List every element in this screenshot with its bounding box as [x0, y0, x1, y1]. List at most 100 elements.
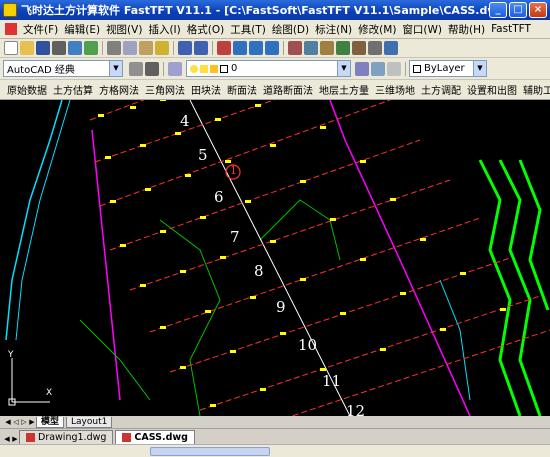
cmd-section-method[interactable]: 断面法 — [224, 82, 260, 97]
menu-draw[interactable]: 绘图(D) — [269, 22, 312, 37]
standard-toolbar — [0, 39, 550, 58]
cut-icon[interactable] — [107, 41, 121, 55]
layer-on-icon — [190, 64, 198, 73]
workspace-select[interactable]: AutoCAD 经典 ▼ — [3, 60, 123, 77]
contour-line — [478, 159, 522, 416]
minimize-button[interactable]: _ — [489, 2, 507, 18]
doc-tab-drawing1[interactable]: Drawing1.dwg — [19, 430, 114, 444]
layout-tabs: ◀ ◁ ▷ ▶ 模型 Layout1 — [0, 416, 550, 428]
menu-file[interactable]: 文件(F) — [20, 22, 61, 37]
publish-icon[interactable] — [84, 41, 98, 55]
tab-layout1[interactable]: Layout1 — [66, 416, 113, 428]
tab-model[interactable]: 模型 — [36, 416, 65, 428]
match-properties-icon[interactable] — [155, 41, 169, 55]
save-icon[interactable] — [36, 41, 50, 55]
copy-icon[interactable] — [123, 41, 137, 55]
menu-edit[interactable]: 编辑(E) — [61, 22, 103, 37]
document-icon[interactable] — [5, 23, 17, 35]
paste-icon[interactable] — [139, 41, 153, 55]
section-label: 12 — [346, 402, 366, 416]
document-tabs: ◀ ▶ Drawing1.dwg CASS.dwg — [0, 428, 550, 444]
cmd-triangle-method[interactable]: 三角网法 — [142, 82, 188, 97]
workspace-settings-icon[interactable] — [129, 61, 143, 76]
chevron-down-icon: ▼ — [109, 61, 122, 76]
section-label: 5 — [198, 146, 208, 164]
section-label: 8 — [254, 262, 264, 280]
cmd-3d-site[interactable]: 三维场地 — [372, 82, 418, 97]
section-label: 11 — [322, 372, 342, 390]
cmd-stratum-volume[interactable]: 地层土方量 — [316, 82, 372, 97]
dwg-file-icon — [26, 433, 35, 442]
make-object-layer-current-icon[interactable] — [355, 61, 369, 76]
pan-icon[interactable] — [217, 41, 231, 55]
calculator-icon[interactable] — [368, 41, 382, 55]
layer-select[interactable]: 0 ▼ — [186, 60, 351, 77]
layer-properties-icon[interactable] — [168, 61, 182, 76]
open-folder-icon[interactable] — [20, 41, 34, 55]
properties-toolbar: AutoCAD 经典 ▼ 0 ▼ ByLayer ▼ — [0, 58, 550, 80]
layer-previous-icon[interactable] — [371, 61, 385, 76]
close-button[interactable]: × — [529, 2, 547, 18]
layer-states-icon[interactable] — [387, 61, 401, 76]
ucs-y-label: Y — [8, 350, 14, 360]
app-icon[interactable] — [3, 3, 17, 17]
color-swatch-icon — [413, 64, 421, 73]
doc-tab-cass[interactable]: CASS.dwg — [115, 430, 195, 444]
chevron-down-icon: ▼ — [473, 61, 486, 76]
menu-modify[interactable]: 修改(M) — [355, 22, 399, 37]
menu-insert[interactable]: 插入(I) — [145, 22, 183, 37]
workspace-save-icon[interactable] — [145, 61, 159, 76]
redo-icon[interactable] — [194, 41, 208, 55]
title-bar: 飞时达土方计算软件 FastTFT V11.1 - [C:\FastSoft\F… — [0, 0, 550, 20]
cmd-earthwork-allocation[interactable]: 土方调配 — [418, 82, 464, 97]
drawing-canvas[interactable]: 4 5 1 6 7 8 9 10 11 12 X Y — [0, 100, 550, 416]
horizontal-scrollbar[interactable] — [0, 444, 550, 457]
linetype-select[interactable]: ByLayer ▼ — [409, 60, 487, 77]
cmd-road-section-method[interactable]: 道路断面法 — [260, 82, 316, 97]
first-tab-icon[interactable]: ◀ — [4, 417, 12, 427]
window-title: 飞时达土方计算软件 FastTFT V11.1 - [C:\FastSoft\F… — [21, 4, 489, 17]
menu-dimension[interactable]: 标注(N) — [312, 22, 355, 37]
menu-help[interactable]: 帮助(H) — [445, 22, 488, 37]
section-label: 1 — [230, 164, 237, 177]
new-file-icon[interactable] — [4, 41, 18, 55]
doc-prev-icon[interactable]: ◀ — [3, 434, 11, 444]
chevron-down-icon: ▼ — [337, 61, 350, 76]
design-center-icon[interactable] — [304, 41, 318, 55]
menu-fasttft[interactable]: FastTFT — [488, 23, 534, 35]
section-label: 4 — [180, 112, 190, 130]
layer-value: 0 — [231, 63, 238, 74]
contour-line — [159, 219, 221, 416]
next-tab-icon[interactable]: ▷ — [20, 417, 28, 427]
section-label: 10 — [298, 336, 318, 354]
zoom-window-icon[interactable] — [249, 41, 263, 55]
zoom-previous-icon[interactable] — [265, 41, 279, 55]
print-preview-icon[interactable] — [68, 41, 82, 55]
menu-view[interactable]: 视图(V) — [103, 22, 145, 37]
cmd-earthwork-estimate[interactable]: 土方估算 — [50, 82, 96, 97]
sheet-set-icon[interactable] — [336, 41, 350, 55]
print-icon[interactable] — [52, 41, 66, 55]
cmd-raw-data[interactable]: 原始数据 — [4, 82, 50, 97]
last-tab-icon[interactable]: ▶ — [28, 417, 36, 427]
section-label: 7 — [230, 228, 240, 246]
markup-icon[interactable] — [352, 41, 366, 55]
menu-format[interactable]: 格式(O) — [184, 22, 227, 37]
doc-next-icon[interactable]: ▶ — [11, 434, 19, 444]
cmd-aux-tools[interactable]: 辅助工具 — [520, 82, 550, 97]
menu-tools[interactable]: 工具(T) — [227, 22, 269, 37]
menu-bar: 文件(F) 编辑(E) 视图(V) 插入(I) 格式(O) 工具(T) 绘图(D… — [0, 20, 550, 39]
help-icon[interactable] — [384, 41, 398, 55]
undo-icon[interactable] — [178, 41, 192, 55]
zoom-realtime-icon[interactable] — [233, 41, 247, 55]
prev-tab-icon[interactable]: ◁ — [12, 417, 20, 427]
maximize-button[interactable]: □ — [509, 2, 527, 18]
tool-palettes-icon[interactable] — [320, 41, 334, 55]
workspace-value: AutoCAD 经典 — [7, 65, 75, 76]
cmd-field-block-method[interactable]: 田块法 — [188, 82, 224, 97]
cmd-grid-method[interactable]: 方格网法 — [96, 82, 142, 97]
scrollbar-thumb[interactable] — [150, 447, 270, 456]
properties-icon[interactable] — [288, 41, 302, 55]
cmd-settings-output[interactable]: 设置和出图 — [464, 82, 520, 97]
menu-window[interactable]: 窗口(W) — [399, 22, 445, 37]
